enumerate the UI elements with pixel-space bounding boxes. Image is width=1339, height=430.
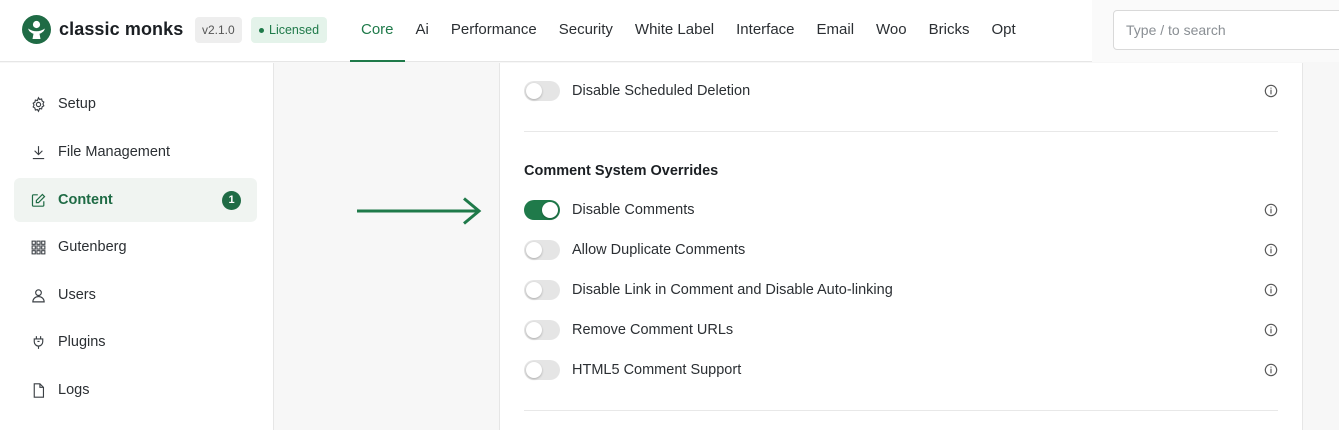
gear-icon [29, 95, 47, 113]
sidebar-item-logs[interactable]: Logs [14, 368, 257, 412]
toggle-switch[interactable] [524, 200, 560, 220]
setting-html5-comment-support: HTML5 Comment Support [524, 357, 1280, 383]
sidebar-item-users[interactable]: Users [14, 273, 257, 317]
status-dot-icon [259, 27, 264, 33]
count-badge: 1 [222, 191, 241, 210]
search-input[interactable] [1113, 10, 1339, 50]
grid-icon [29, 238, 47, 256]
tab-ai[interactable]: Ai [405, 0, 440, 62]
tab-bricks[interactable]: Bricks [918, 0, 981, 62]
setting-disable-link-in-comment: Disable Link in Comment and Disable Auto… [524, 277, 1280, 303]
user-icon [29, 286, 47, 304]
version-badge: v2.1.0 [195, 17, 242, 43]
divider [524, 410, 1278, 411]
sidebar-item-content[interactable]: Content 1 [14, 178, 257, 222]
divider [524, 131, 1278, 132]
setting-allow-duplicate-comments: Allow Duplicate Comments [524, 237, 1280, 263]
tab-woo[interactable]: Woo [865, 0, 918, 62]
tab-email[interactable]: Email [806, 0, 866, 62]
sidebar-item-label: Content [58, 192, 113, 208]
tab-security[interactable]: Security [548, 0, 624, 62]
setting-label: Remove Comment URLs [572, 322, 734, 338]
sidebar-item-label: Users [58, 287, 96, 303]
info-icon[interactable] [1264, 84, 1278, 103]
plug-icon [29, 333, 47, 351]
sidebar-item-label: Gutenberg [58, 239, 127, 255]
sidebar: Setup File Management Content 1 Gutenber [0, 63, 274, 430]
license-badge: Licensed [251, 17, 328, 43]
top-nav: Core Ai Performance Security White Label… [350, 0, 1092, 62]
search-area [1092, 0, 1339, 62]
tab-core[interactable]: Core [350, 0, 405, 62]
setting-remove-comment-urls: Remove Comment URLs [524, 317, 1280, 343]
sidebar-item-label: Plugins [58, 334, 106, 350]
sidebar-item-file-management[interactable]: File Management [14, 130, 257, 174]
toggle-knob [526, 322, 542, 338]
setting-label: Allow Duplicate Comments [572, 242, 746, 258]
toggle-knob [542, 202, 558, 218]
toggle-switch[interactable] [524, 360, 560, 380]
file-icon [29, 381, 47, 399]
setting-label: Disable Link in Comment and Disable Auto… [572, 282, 893, 298]
info-icon[interactable] [1264, 243, 1278, 262]
tab-interface[interactable]: Interface [725, 0, 805, 62]
section-title: Comment System Overrides [524, 163, 719, 179]
license-label: Licensed [269, 23, 320, 37]
setting-disable-scheduled-deletion: Disable Scheduled Deletion [524, 78, 1280, 104]
brand-logo[interactable]: classic monks [22, 15, 183, 44]
info-icon[interactable] [1264, 203, 1278, 222]
tab-performance[interactable]: Performance [440, 0, 548, 62]
setting-label: HTML5 Comment Support [572, 362, 742, 378]
sidebar-item-label: File Management [58, 144, 171, 160]
info-icon[interactable] [1264, 363, 1278, 382]
toggle-knob [526, 242, 542, 258]
setting-disable-comments: Disable Comments [524, 197, 1280, 223]
sidebar-item-gutenberg[interactable]: Gutenberg [14, 225, 257, 269]
toggle-knob [526, 282, 542, 298]
tab-optimization[interactable]: Opt [980, 0, 1026, 62]
toggle-switch[interactable] [524, 81, 560, 101]
toggle-switch[interactable] [524, 240, 560, 260]
toggle-switch[interactable] [524, 280, 560, 300]
brand-name: classic monks [59, 19, 184, 39]
sidebar-item-setup[interactable]: Setup [14, 82, 257, 126]
setting-label: Disable Scheduled Deletion [572, 83, 751, 99]
top-header: classic monks v2.1.0 Licensed Core Ai Pe… [0, 0, 1339, 62]
info-icon[interactable] [1264, 323, 1278, 342]
edit-icon [29, 191, 47, 209]
sidebar-item-label: Logs [58, 382, 90, 398]
sidebar-item-plugins[interactable]: Plugins [14, 320, 257, 364]
download-icon [29, 143, 47, 161]
sidebar-item-label: Setup [58, 96, 96, 112]
settings-panel: Disable Scheduled Deletion Comment Syste… [499, 63, 1303, 430]
setting-label: Disable Comments [572, 202, 695, 218]
toggle-knob [526, 83, 542, 99]
annotation-arrow-icon [357, 197, 482, 225]
info-icon[interactable] [1264, 283, 1278, 302]
tab-white-label[interactable]: White Label [624, 0, 725, 62]
monk-logo-icon [22, 15, 51, 44]
toggle-knob [526, 362, 542, 378]
toggle-switch[interactable] [524, 320, 560, 340]
